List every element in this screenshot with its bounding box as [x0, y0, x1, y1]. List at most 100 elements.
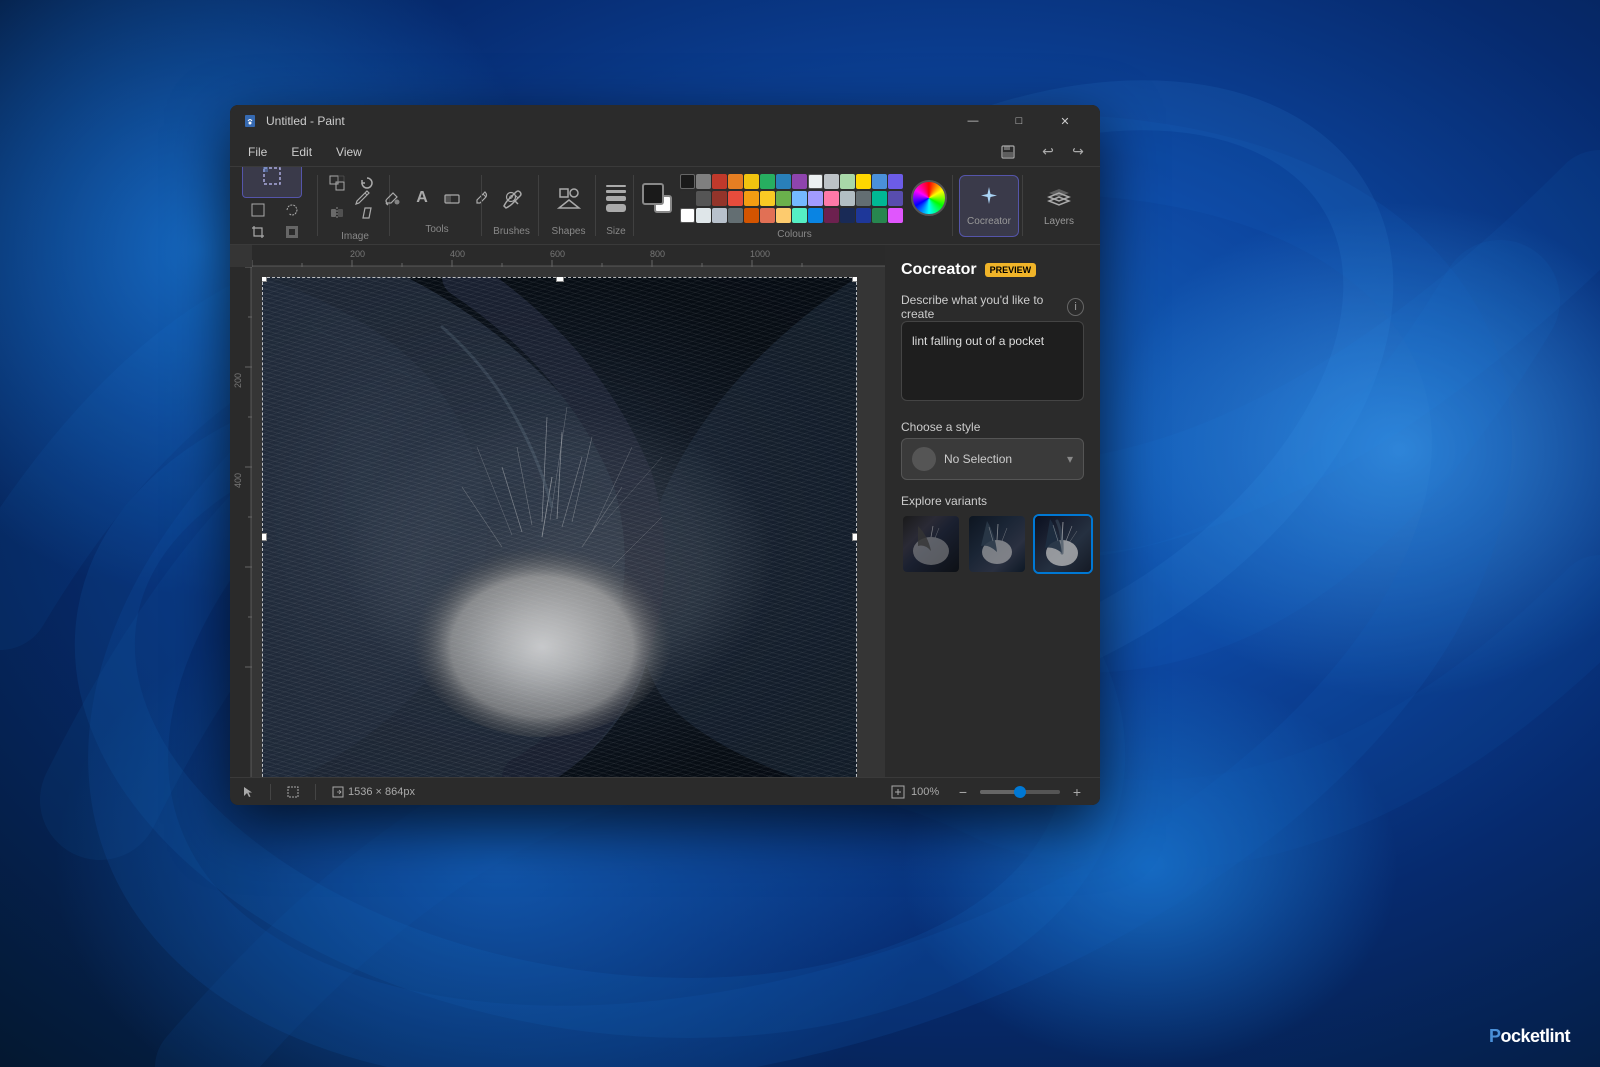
variant-3[interactable] — [1033, 514, 1093, 574]
fill-tool[interactable] — [378, 176, 406, 220]
flip-button[interactable] — [323, 199, 351, 227]
swatch-green[interactable] — [760, 174, 775, 189]
swatch-coral[interactable] — [760, 208, 775, 223]
swatch-gray[interactable] — [696, 174, 711, 189]
swatch-maroon[interactable] — [824, 208, 839, 223]
prompt-input[interactable] — [901, 321, 1084, 401]
active-colours — [642, 183, 672, 213]
shapes-tool[interactable] — [547, 174, 591, 222]
swatch-gray3[interactable] — [728, 208, 743, 223]
swatch-lightgray2[interactable] — [712, 208, 727, 223]
swatch-forest[interactable] — [872, 208, 887, 223]
save-button[interactable] — [994, 141, 1022, 163]
shapes-icon — [557, 186, 581, 210]
canvas-image[interactable] — [262, 277, 857, 777]
canvas-art-svg — [262, 277, 857, 777]
primary-colour-swatch[interactable] — [642, 183, 664, 205]
swatch-red2[interactable] — [712, 191, 727, 206]
selection-tool-button[interactable] — [242, 167, 302, 198]
size-small[interactable] — [606, 185, 626, 187]
close-button[interactable]: ✕ — [1042, 105, 1088, 137]
menu-file[interactable]: File — [238, 141, 277, 163]
swatch-orange[interactable] — [728, 174, 743, 189]
resize-button[interactable] — [323, 169, 351, 197]
swatch-peach[interactable] — [776, 208, 791, 223]
toolbar-group-layers: Layers — [1025, 167, 1093, 244]
ruler-h-svg: 200 400 600 800 1000 — [252, 245, 885, 267]
swatch-pink[interactable] — [824, 191, 839, 206]
size-medium-sm[interactable] — [606, 190, 626, 193]
zoom-out-button[interactable]: − — [952, 781, 974, 803]
brush-tool[interactable] — [490, 174, 534, 222]
swatch-mint[interactable] — [792, 208, 807, 223]
swatch-red[interactable] — [712, 174, 727, 189]
swatch-brown[interactable] — [744, 208, 759, 223]
swatch-lightgray[interactable] — [824, 174, 839, 189]
preview-badge: PREVIEW — [985, 263, 1037, 277]
variant-2[interactable] — [967, 514, 1027, 574]
swatch-teal[interactable] — [872, 191, 887, 206]
redo-button[interactable]: ↪ — [1064, 141, 1092, 163]
swatch-white[interactable] — [808, 174, 823, 189]
swatch-gray2[interactable] — [696, 191, 711, 206]
swatch-magenta[interactable] — [888, 208, 903, 223]
image-label: Image — [341, 231, 369, 242]
swatch-purple[interactable] — [792, 174, 807, 189]
swatch-blue[interactable] — [776, 174, 791, 189]
pocketlint-watermark: Pocketlint — [1489, 1026, 1570, 1047]
swatch-yellow[interactable] — [744, 174, 759, 189]
info-button[interactable]: i — [1067, 298, 1084, 316]
swatch-black[interactable] — [680, 174, 695, 189]
swatch-cobalt[interactable] — [808, 208, 823, 223]
canvas-scroll-area[interactable] — [252, 267, 885, 777]
swatch-silver[interactable] — [840, 191, 855, 206]
swatch-lightgreen[interactable] — [840, 174, 855, 189]
svg-text:400: 400 — [233, 473, 243, 488]
size-large[interactable] — [606, 204, 626, 212]
swatch-offwhite[interactable] — [696, 208, 711, 223]
zoom-in-button[interactable]: + — [1066, 781, 1088, 803]
swatches-row-2 — [680, 191, 903, 206]
swatch-slate[interactable] — [856, 191, 871, 206]
crop-button[interactable] — [242, 222, 274, 242]
swatch-lightblue[interactable] — [792, 191, 807, 206]
swatch-white2[interactable] — [680, 208, 695, 223]
canvas-container[interactable]: 200 400 600 800 1000 — [230, 245, 885, 777]
menu-edit[interactable]: Edit — [281, 141, 322, 163]
text-tool[interactable]: A — [408, 176, 436, 220]
ruler-vertical: 200 400 — [230, 267, 252, 777]
swatch-lavender[interactable] — [808, 191, 823, 206]
undo-button[interactable]: ↩ — [1034, 141, 1062, 163]
brushes-label: Brushes — [493, 226, 530, 237]
minimize-button[interactable]: — — [950, 105, 996, 137]
swatch-darkgray2[interactable] — [680, 191, 695, 206]
maximize-button[interactable]: □ — [996, 105, 1042, 137]
select-all-button[interactable] — [242, 200, 274, 220]
swatch-amber[interactable] — [744, 191, 759, 206]
swatch-lightyellow[interactable] — [760, 191, 775, 206]
layers-button[interactable]: Layers — [1029, 175, 1089, 237]
cocreator-button[interactable]: Cocreator — [959, 175, 1019, 237]
zoom-slider[interactable] — [980, 790, 1060, 794]
swatch-violet[interactable] — [888, 174, 903, 189]
swatch-skyblue[interactable] — [872, 174, 887, 189]
swatch-salmon[interactable] — [728, 191, 743, 206]
variants-section: Explore variants — [901, 494, 1084, 574]
menu-view[interactable]: View — [326, 141, 372, 163]
style-dropdown[interactable]: No Selection ▾ — [901, 438, 1084, 480]
colour-picker-button[interactable] — [911, 180, 947, 216]
size-label: Size — [606, 226, 625, 237]
zoom-slider-thumb[interactable] — [1014, 786, 1026, 798]
swatch-violet2[interactable] — [888, 191, 903, 206]
swatch-darkblue[interactable] — [856, 208, 871, 223]
eraser-tool[interactable] — [438, 187, 466, 209]
swatch-navy[interactable] — [840, 208, 855, 223]
status-sep-2 — [315, 784, 316, 800]
invert-select-button[interactable] — [276, 222, 308, 242]
size-medium[interactable] — [606, 196, 626, 201]
pencil-tool[interactable] — [348, 176, 376, 220]
swatch-gold[interactable] — [856, 174, 871, 189]
variant-1[interactable] — [901, 514, 961, 574]
swatch-lime[interactable] — [776, 191, 791, 206]
freeform-select-button[interactable] — [276, 200, 308, 220]
